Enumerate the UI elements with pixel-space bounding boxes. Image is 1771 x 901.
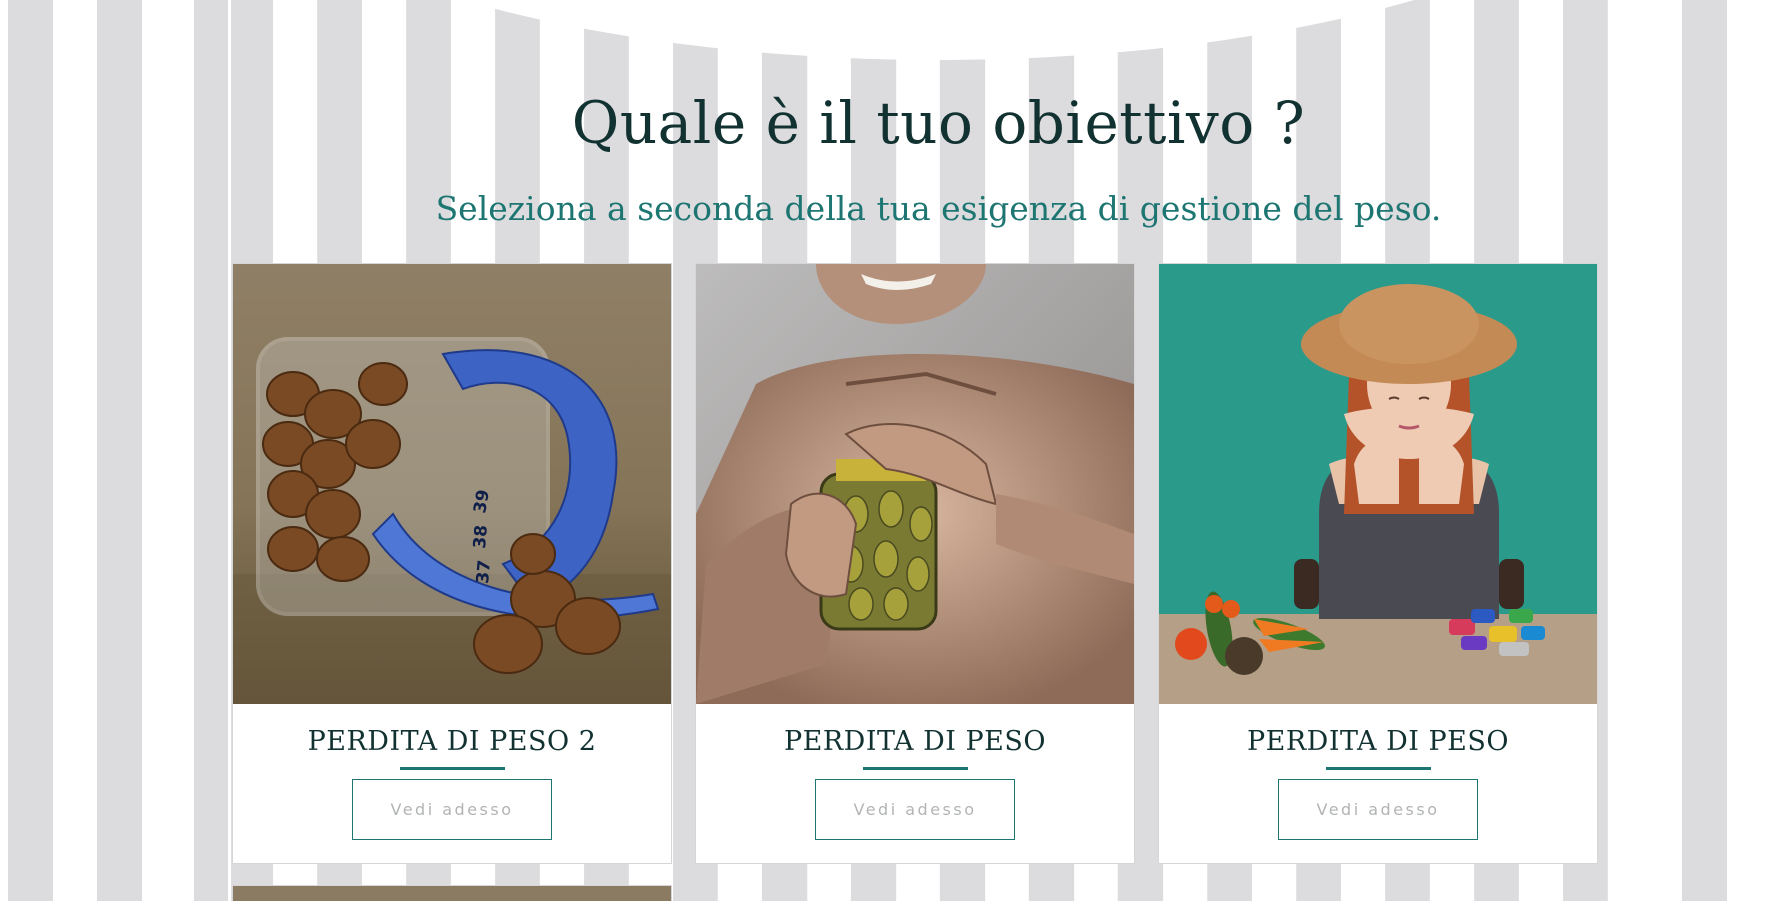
card-title: PERDITA DI PESO — [783, 726, 1047, 757]
header-arch-backdrop — [228, 0, 1649, 60]
goal-card-2: PERDITA DI PESO Vedi adesso — [695, 263, 1135, 864]
page-section: Quale è il tuo obiettivo ? Seleziona a s… — [228, 0, 1649, 901]
page-title: Quale è il tuo obiettivo ? — [571, 89, 1306, 157]
goal-card-3: PERDITA DI PESO Vedi adesso — [1158, 263, 1598, 864]
view-now-button[interactable]: Vedi adesso — [815, 779, 1015, 840]
svg-text:37: 37 — [473, 559, 495, 584]
goal-card-1: 39 38 37 PERDITA DI PESO 2 Vedi adesso — [232, 263, 672, 864]
card-divider — [863, 767, 968, 770]
card-image-pickle-jar[interactable] — [696, 264, 1134, 704]
card-divider — [1326, 767, 1431, 770]
view-now-button[interactable]: Vedi adesso — [1278, 779, 1478, 840]
card-title: PERDITA DI PESO — [1246, 726, 1510, 757]
svg-text:38: 38 — [470, 524, 492, 549]
card-title: PERDITA DI PESO 2 — [307, 726, 597, 757]
card-divider — [400, 767, 505, 770]
page-subtitle: Seleziona a seconda della tua esigenza d… — [435, 189, 1442, 228]
view-now-button[interactable]: Vedi adesso — [352, 779, 552, 840]
card-image-hazelnuts[interactable]: 39 38 37 — [233, 264, 671, 704]
card-image-vegetables-candy[interactable] — [1159, 264, 1597, 704]
goal-card-4-partial[interactable] — [232, 885, 672, 901]
svg-text:39: 39 — [470, 488, 494, 515]
